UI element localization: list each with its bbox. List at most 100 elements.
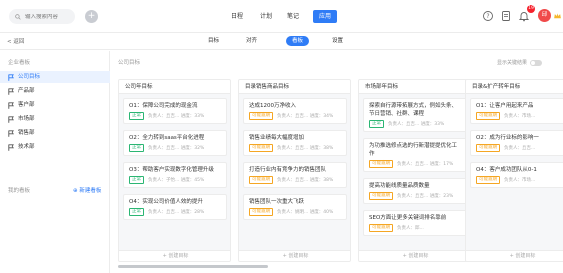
status-badge: 可能逾期 [249, 208, 273, 216]
owner-progress: 负责人：丘吉... 进度：32% [148, 146, 205, 151]
goal-title: 打造行业内有竞争力的销售团队 [249, 167, 327, 173]
back-link[interactable]: < 返回 [7, 37, 24, 45]
goal-title: 达成1200万净收入 [249, 103, 296, 109]
sidebar-item[interactable]: 销售部 [0, 127, 110, 139]
help-icon[interactable]: ? [482, 10, 494, 22]
goal-title: 销售业绩每大幅度增加 [249, 135, 305, 141]
status-badge: 可能逾期 [476, 112, 500, 120]
column-title: 目录销售商品目标 [239, 80, 350, 94]
owner-progress: 负责人：丘吉... 进度：38% [277, 146, 334, 151]
goal-card[interactable]: 探索自行源带拓展方式，例如头条、 节日营销、社群、课程 正常 负责人：丘吉... 进度… [363, 98, 467, 132]
owner-progress: 负责人：丘吉... 进度：38% [277, 178, 334, 183]
goal-card[interactable]: O2：成为行业标的影响一 可能逾期 负责人：丘吉... [470, 130, 563, 156]
toggle-label: 显示关键结果 [497, 60, 528, 66]
new-board-button[interactable]: ⊕ 新建看板 [73, 186, 101, 194]
goal-card[interactable]: O4：实现公司价值人效的提升 正常 负责人：丘吉... 进度：28% [123, 194, 227, 220]
create-goal-button[interactable]: + 创建目标 [466, 250, 563, 261]
goal-meta: 正常 负责人：丘吉... 进度：32% [129, 144, 221, 152]
owner-progress: 负责人：丘吉... 进度：33% [388, 122, 445, 127]
nav-schedule[interactable]: 日程 [231, 10, 243, 23]
sidebar-item-label: 产品部 [18, 88, 35, 94]
status-badge: 可能逾期 [476, 176, 500, 184]
status-badge: 正常 [129, 144, 144, 152]
owner-progress: 负责人：丘吉... 进度：28% [148, 210, 205, 215]
nav-plan[interactable]: 计划 [260, 10, 272, 23]
sub-nav-bar: < 返回 目标 对齐 看板 设置 [0, 33, 563, 50]
status-badge: 正常 [129, 176, 144, 184]
status-badge: 可能逾期 [369, 224, 393, 232]
goal-card[interactable]: O2：全力转到saas平台化进程 正常 负责人：丘吉... 进度：32% [123, 130, 227, 156]
goal-meta: 正常 负责人：丘吉... 进度：33% [369, 120, 461, 128]
column-title: 目录&扩产转年目标 [466, 80, 563, 94]
board-column: 目录&扩产转年目标 O1：让客户用起来产品可能逾期 负责人：市场... O2：成为行业… [465, 79, 563, 262]
create-goal-button[interactable]: + 创建目标 [359, 250, 470, 261]
show-key-results-toggle[interactable]: 显示关键结果 [497, 59, 543, 66]
tab-goals[interactable]: 目标 [208, 36, 219, 46]
crown-icon[interactable] [553, 10, 562, 22]
tab-align[interactable]: 对齐 [246, 36, 257, 46]
notification-badge: 19 [527, 5, 535, 13]
goal-card[interactable]: SEO方面让更多关键词排名靠前 可能逾期 负责人：邱... [363, 210, 467, 236]
avatar[interactable]: 邱 [538, 9, 551, 22]
sidebar-item[interactable]: 产品部 [0, 85, 110, 97]
sidebar: 企业看板 公司目标 产品部 客户部 市场部 销售部 技术部 我的看板 ⊕ 新建看板 [0, 51, 110, 273]
goal-card[interactable]: 打造行业内有竞争力的销售团队 可能逾期 负责人：丘吉... 进度：38% [243, 162, 347, 188]
goal-title: O3：帮助客户实现数字化管理升级 [129, 167, 214, 173]
goal-title: O2：全力转到saas平台化进程 [129, 135, 205, 141]
goal-meta: 可能逾期 负责人：市场... [476, 112, 563, 120]
owner-progress: 负责人：姚明... 进度：40% [277, 210, 334, 215]
goal-title-line2: 作 [369, 151, 375, 157]
goal-card[interactable]: O1：让客户用起来产品可能逾期 负责人：市场... [470, 98, 563, 124]
goal-meta: 可能逾期 负责人：丘吉... 进度：17% [369, 160, 461, 168]
goal-title: O4：客户成功团队从0-1 [476, 167, 537, 173]
goal-title: O4：实现公司价值人效的提升 [129, 199, 203, 205]
search-input[interactable] [25, 13, 73, 20]
goal-title: 为功推选修点选的行新潜提提优化工 [369, 143, 458, 149]
sidebar-item[interactable]: 客户部 [0, 99, 110, 111]
goal-card[interactable]: 提高功能线质量品质数量可能逾期 负责人：丘吉... 进度：23% [363, 178, 467, 204]
goal-card[interactable]: 为功推选修点选的行新潜提提优化工作可能逾期 负责人：丘吉... 进度：17% [363, 138, 467, 172]
tab-board[interactable]: 看板 [286, 36, 310, 46]
status-badge: 正常 [129, 112, 144, 120]
tab-settings[interactable]: 设置 [332, 36, 343, 46]
status-badge: 可能逾期 [249, 144, 273, 152]
goal-card[interactable]: O4：客户成功团队从0-1 可能逾期 负责人：市场... [470, 162, 563, 188]
goal-meta: 可能逾期 负责人：丘吉... 进度：23% [369, 192, 461, 200]
sidebar-item[interactable]: 公司目标 [0, 71, 110, 83]
sidebar-item[interactable]: 技术部 [0, 141, 110, 153]
goal-meta: 可能逾期 负责人：姚明... 进度：40% [249, 208, 341, 216]
goal-meta: 可能逾期 负责人：邱... [369, 224, 461, 232]
flag-icon [8, 143, 14, 151]
goal-title: O1：保障公司完成的现金流 [129, 103, 198, 109]
flag-icon [8, 129, 14, 137]
sidebar-item-label: 客户部 [18, 102, 35, 108]
status-badge: 可能逾期 [369, 160, 393, 168]
goal-card[interactable]: O3：帮助客户实现数字化管理升级 正常 负责人：子怡... 进度：45% [123, 162, 227, 188]
sidebar-item-label: 技术部 [18, 144, 35, 150]
goal-title: 提高功能线质量品质数量 [369, 183, 430, 189]
goal-title: 探索自行源带拓展方式，例如头条、 [369, 103, 458, 109]
toggle-switch[interactable] [530, 59, 543, 66]
goal-card[interactable]: 销售业绩每大幅度增加 可能逾期 负责人：丘吉... 进度：38% [243, 130, 347, 156]
horizontal-scrollbar[interactable] [118, 265, 268, 268]
goal-card[interactable]: 达成1200万净收入可能逾期 负责人：丘吉... 进度：34% [243, 98, 347, 124]
owner-progress: 负责人：邱... [397, 226, 424, 231]
status-badge: 正常 [369, 120, 384, 128]
sidebar-item[interactable]: 市场部 [0, 113, 110, 125]
search-box[interactable] [9, 9, 75, 24]
nav-notes[interactable]: 笔记 [287, 10, 299, 23]
create-goal-button[interactable]: + 创建目标 [119, 250, 230, 261]
goal-card[interactable]: 销售团队一次重大飞跃 可能逾期 负责人：姚明... 进度：40% [243, 194, 347, 220]
owner-progress: 负责人：丘吉... 进度：34% [277, 114, 334, 119]
board-column: 公司年目标 O1：保障公司完成的现金流 正常 负责人：丘吉... 进度：33% O2：全… [118, 79, 231, 262]
add-button[interactable]: + [85, 10, 98, 23]
flag-icon [8, 73, 14, 81]
goal-card[interactable]: O1：保障公司完成的现金流 正常 负责人：丘吉... 进度：33% [123, 98, 227, 124]
goal-title: O1：让客户用起来产品 [476, 103, 534, 109]
document-icon[interactable] [500, 10, 512, 22]
my-boards-heading: 我的看板 [8, 188, 31, 194]
create-goal-button[interactable]: + 创建目标 [239, 250, 350, 261]
goal-meta: 可能逾期 负责人：丘吉... 进度：34% [249, 112, 341, 120]
nav-apps[interactable]: 应用 [313, 10, 338, 23]
board-column: 目录销售商品目标 达成1200万净收入 可能逾期 负责人：丘吉... 进度：34% 销售… [238, 79, 351, 262]
